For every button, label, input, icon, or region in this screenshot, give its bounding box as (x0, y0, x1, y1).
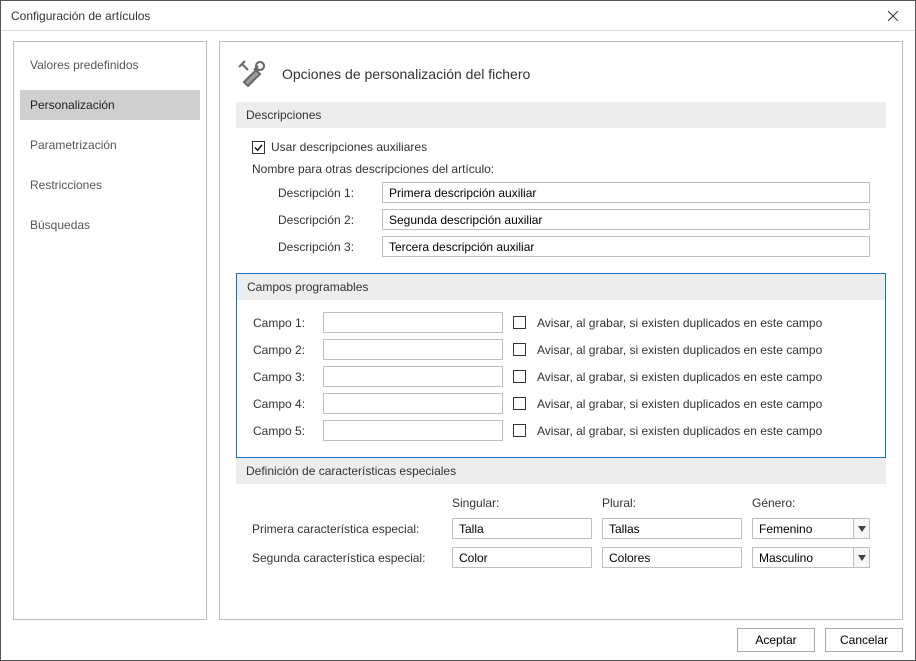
titlebar: Configuración de artículos (1, 1, 915, 31)
chevron-down-icon (853, 519, 869, 538)
spec-header-singular: Singular: (452, 496, 592, 510)
desc1-label: Descripción 1: (278, 186, 368, 200)
sidebar: Valores predefinidos Personalización Par… (13, 41, 207, 620)
campo3-label: Campo 3: (253, 370, 313, 384)
campo3-warn-checkbox[interactable] (513, 370, 526, 383)
campo1-warn-checkbox[interactable] (513, 316, 526, 329)
sidebar-item-valores-predefinidos[interactable]: Valores predefinidos (20, 50, 200, 80)
spec-row1-plural[interactable] (602, 518, 742, 539)
campo5-label: Campo 5: (253, 424, 313, 438)
dialog-footer: Aceptar Cancelar (13, 620, 903, 652)
section-campos-programables: Campos programables Campo 1: Avisar, al … (236, 273, 886, 458)
desc3-label: Descripción 3: (278, 240, 368, 254)
spec-row2-plural[interactable] (602, 547, 742, 568)
campo4-warn-label: Avisar, al grabar, si existen duplicados… (537, 397, 869, 411)
campo3-input[interactable] (323, 366, 503, 387)
window-title: Configuración de artículos (11, 9, 150, 23)
use-aux-label: Usar descripciones auxiliares (271, 140, 427, 154)
chevron-down-icon (853, 548, 869, 567)
desc1-input[interactable] (382, 182, 870, 203)
campo1-input[interactable] (323, 312, 503, 333)
sidebar-item-restricciones[interactable]: Restricciones (20, 170, 200, 200)
main-heading-row: Opciones de personalización del fichero (236, 58, 886, 90)
section-descripciones: Descripciones Usar descripciones auxilia… (236, 102, 886, 273)
desc-grid: Descripción 1: Descripción 2: Descripció… (278, 182, 870, 257)
sidebar-item-parametrizacion[interactable]: Parametrización (20, 130, 200, 160)
campo3-warn-label: Avisar, al grabar, si existen duplicados… (537, 370, 869, 384)
campo5-warn-label: Avisar, al grabar, si existen duplicados… (537, 424, 869, 438)
campos-grid: Campo 1: Avisar, al grabar, si existen d… (253, 312, 869, 441)
campo1-label: Campo 1: (253, 316, 313, 330)
ok-button[interactable]: Aceptar (737, 628, 815, 652)
sidebar-item-personalizacion[interactable]: Personalización (20, 90, 200, 120)
desc-legend: Nombre para otras descripciones del artí… (252, 162, 870, 176)
section-header-especiales: Definición de características especiales (236, 458, 886, 484)
campo5-input[interactable] (323, 420, 503, 441)
close-button[interactable] (870, 1, 915, 31)
section-header-descripciones: Descripciones (236, 102, 886, 128)
campo2-input[interactable] (323, 339, 503, 360)
campo1-warn-label: Avisar, al grabar, si existen duplicados… (537, 316, 869, 330)
spec-row2-singular[interactable] (452, 547, 592, 568)
section-header-campos: Campos programables (237, 274, 885, 300)
spec-grid: Singular: Plural: Género: Primera caract… (252, 496, 870, 568)
desc2-label: Descripción 2: (278, 213, 368, 227)
spec-row1-genero-select[interactable] (752, 518, 870, 539)
campo5-warn-checkbox[interactable] (513, 424, 526, 437)
spec-row2-label: Segunda característica especial: (252, 551, 442, 565)
spec-row1-singular[interactable] (452, 518, 592, 539)
desc2-input[interactable] (382, 209, 870, 230)
columns: Valores predefinidos Personalización Par… (13, 41, 903, 620)
campo4-label: Campo 4: (253, 397, 313, 411)
desc3-input[interactable] (382, 236, 870, 257)
campo2-label: Campo 2: (253, 343, 313, 357)
spec-header-plural: Plural: (602, 496, 742, 510)
main-heading: Opciones de personalización del fichero (282, 66, 530, 82)
section-especiales: Definición de características especiales… (236, 458, 886, 584)
spec-header-genero: Género: (752, 496, 870, 510)
campo4-warn-checkbox[interactable] (513, 397, 526, 410)
spec-row2-genero-select[interactable] (752, 547, 870, 568)
campo4-input[interactable] (323, 393, 503, 414)
use-aux-row: Usar descripciones auxiliares (252, 140, 870, 154)
campo2-warn-checkbox[interactable] (513, 343, 526, 356)
close-icon (888, 11, 898, 21)
campo2-warn-label: Avisar, al grabar, si existen duplicados… (537, 343, 869, 357)
check-icon (254, 143, 263, 152)
tools-icon (236, 58, 268, 90)
main-panel: Opciones de personalización del fichero … (219, 41, 903, 620)
use-aux-checkbox[interactable] (252, 141, 265, 154)
sidebar-item-busquedas[interactable]: Búsquedas (20, 210, 200, 240)
spec-row1-label: Primera característica especial: (252, 522, 442, 536)
cancel-button[interactable]: Cancelar (825, 628, 903, 652)
dialog-body: Valores predefinidos Personalización Par… (1, 31, 915, 660)
